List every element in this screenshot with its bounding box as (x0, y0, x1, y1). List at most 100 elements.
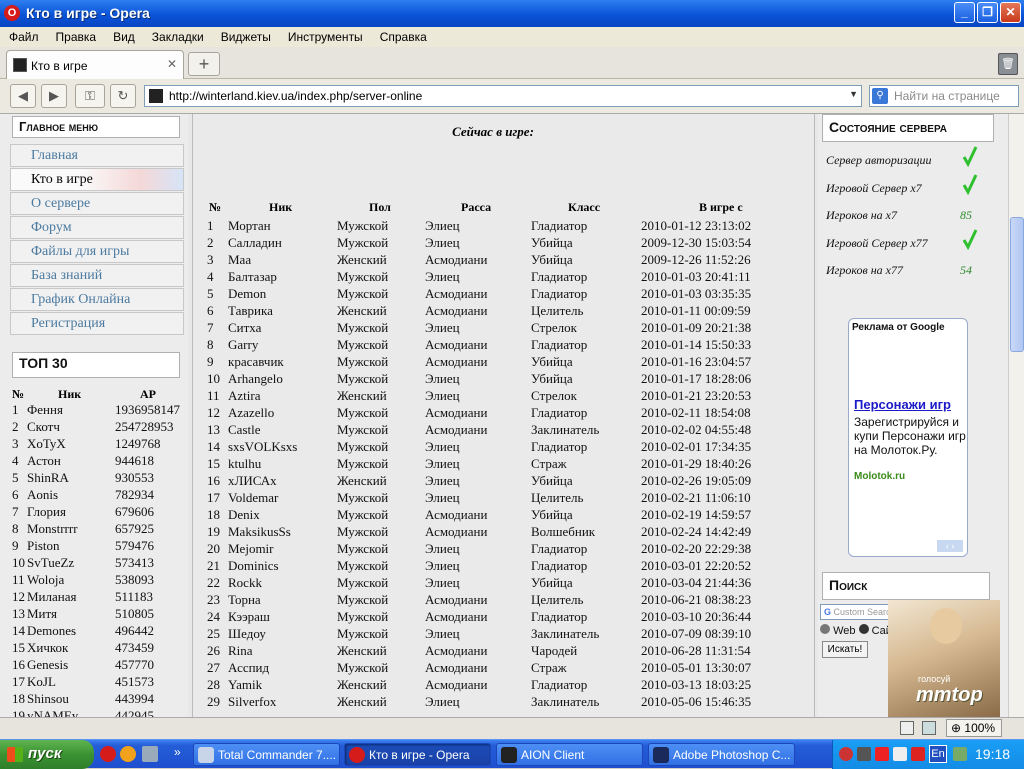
quicklaunch-more-icon[interactable]: » (174, 745, 181, 759)
search-submit-button[interactable]: Искать! (822, 641, 868, 658)
nav-files[interactable]: Файлы для игры (10, 240, 184, 263)
nav-who-online[interactable]: Кто в игре (10, 168, 184, 191)
since-cell: 2010-01-21 23:20:53 (641, 388, 752, 403)
nick-cell[interactable]: Кээраш (228, 609, 270, 625)
radio-web[interactable] (820, 624, 830, 634)
opera-quicklaunch-icon[interactable] (100, 746, 116, 762)
nick-cell[interactable]: Garry (228, 337, 258, 353)
nick-cell: Фення (27, 402, 63, 417)
nick-cell[interactable]: Rina (228, 643, 253, 659)
nick-cell[interactable]: ktulhu (228, 456, 261, 472)
nav-online-chart[interactable]: График Онлайна (10, 288, 184, 311)
nick-cell[interactable]: Dominics (228, 558, 279, 574)
nick-cell[interactable]: красавчик (228, 354, 284, 370)
language-indicator[interactable]: En (929, 745, 947, 763)
nick-cell[interactable]: Таврика (228, 303, 273, 319)
ad-url[interactable]: Molotok.ru (854, 471, 905, 482)
ati-icon[interactable] (875, 747, 889, 761)
nav-home[interactable]: Главная (10, 144, 184, 167)
nav-register[interactable]: Регистрация (10, 312, 184, 335)
new-tab-button[interactable]: + (188, 52, 220, 76)
nick-cell[interactable]: Салладин (228, 235, 282, 251)
nav-about[interactable]: О сервере (10, 192, 184, 215)
chevron-down-icon[interactable]: ▼ (849, 89, 858, 99)
back-button[interactable]: ◀ (10, 84, 36, 108)
view-icon[interactable] (922, 721, 936, 735)
nick-cell[interactable]: Silverfox (228, 694, 276, 710)
nick-cell[interactable]: Балтазар (228, 269, 277, 285)
top-header-ap: AP (140, 387, 156, 401)
nick-cell[interactable]: Castle (228, 422, 261, 438)
find-in-page-input[interactable]: ⚲ Найти на странице (869, 85, 1019, 107)
url-field[interactable]: http://winterland.kiev.ua/index.php/serv… (144, 85, 862, 107)
table-row: 25 Шедоу Мужской Элиец Заклинатель 2010-07-09… (193, 626, 816, 643)
reload-button[interactable]: ↻ (110, 84, 136, 108)
maximize-button[interactable]: ❐ (977, 2, 998, 23)
nick-cell[interactable]: Voldemar (228, 490, 278, 506)
minimize-button[interactable]: _ (954, 2, 975, 23)
security-icon[interactable] (911, 747, 925, 761)
nick-cell[interactable]: Azazello (228, 405, 274, 421)
start-button[interactable]: пуск (0, 740, 94, 769)
page-title: Сейчас в игре: (452, 124, 534, 139)
google-ad-block[interactable]: Реклама от Google Персонажи игр Зарегист… (848, 318, 968, 557)
nick-cell[interactable]: Arhangelo (228, 371, 283, 387)
vertical-scrollbar[interactable] (1008, 114, 1024, 717)
zoom-control[interactable]: ⊕ 100% (946, 719, 1002, 737)
menu-help[interactable]: Справка (371, 27, 435, 44)
nick-cell[interactable]: Мортан (228, 218, 271, 234)
nick-cell[interactable]: Yamik (228, 677, 262, 693)
tray-icon-1[interactable] (839, 747, 853, 761)
menu-view[interactable]: Вид (104, 27, 143, 44)
nick-cell[interactable]: MaksikusSs (228, 524, 291, 540)
top30-row: 12 Миланая 511183 (0, 589, 188, 606)
trash-icon[interactable]: 🗑 (998, 53, 1018, 75)
firefox-quicklaunch-icon[interactable] (120, 746, 136, 762)
nick-cell[interactable]: Шедоу (228, 626, 266, 642)
ad-title-link[interactable]: Персонажи игр (854, 397, 951, 412)
ad-nav-arrows-icon[interactable]: ‹ › (937, 540, 963, 552)
task-total-commander[interactable]: Total Commander 7.... (193, 743, 340, 766)
nick-cell[interactable]: Mejomir (228, 541, 274, 557)
ad-body: Зарегистрируйся и купи Персонажи игр на … (854, 415, 966, 457)
nick-cell[interactable]: Denix (228, 507, 260, 523)
network-icon[interactable] (893, 747, 907, 761)
nick-cell[interactable]: Ситха (228, 320, 261, 336)
since-cell: 2010-06-28 11:31:54 (641, 643, 751, 658)
nick-cell[interactable]: Aztira (228, 388, 260, 404)
nick-cell[interactable]: Торна (228, 592, 261, 608)
nick-cell[interactable]: Асспид (228, 660, 269, 676)
nick-cell[interactable]: хЛИСАх (228, 473, 277, 489)
wand-key-icon[interactable]: ⚿ (75, 84, 105, 108)
scrollbar-thumb[interactable] (1010, 217, 1024, 352)
nick-cell[interactable]: Rockk (228, 575, 262, 591)
task-photoshop[interactable]: Adobe Photoshop C... (648, 743, 795, 766)
tool-quicklaunch-icon[interactable] (142, 746, 158, 762)
race-cell: Элиец (425, 371, 460, 386)
tray-icon-3[interactable] (953, 747, 967, 761)
gender-cell: Мужской (337, 609, 389, 624)
menu-edit[interactable]: Правка (47, 27, 105, 44)
nick-cell[interactable]: Demon (228, 286, 266, 302)
nav-knowledge-base[interactable]: База знаний (10, 264, 184, 287)
menu-widgets[interactable]: Виджеты (212, 27, 279, 44)
menu-bookmarks[interactable]: Закладки (143, 27, 212, 44)
task-aion-client[interactable]: AION Client (496, 743, 643, 766)
task-opera[interactable]: Кто в игре - Opera (344, 743, 491, 766)
menu-tools[interactable]: Инструменты (279, 27, 371, 44)
nick-cell[interactable]: Маа (228, 252, 251, 268)
forward-button[interactable]: ▶ (41, 84, 67, 108)
since-cell: 2010-01-29 18:40:26 (641, 456, 752, 471)
gender-cell: Мужской (337, 507, 389, 522)
tab-close-icon[interactable]: ✕ (167, 57, 177, 71)
tab-who-online[interactable]: Кто в игре ✕ (6, 50, 184, 79)
nick-cell[interactable]: sxsVOLKsxs (228, 439, 297, 455)
nav-forum[interactable]: Форум (10, 216, 184, 239)
close-button[interactable]: ✕ (1000, 2, 1021, 23)
nick-cell: XoTyX (27, 436, 66, 451)
mmtop-banner[interactable]: голосуй mmtop (888, 600, 1000, 717)
panel-icon[interactable] (900, 721, 914, 735)
menu-file[interactable]: Файл (0, 27, 47, 44)
radio-site[interactable] (858, 624, 869, 634)
tray-icon-2[interactable] (857, 747, 871, 761)
